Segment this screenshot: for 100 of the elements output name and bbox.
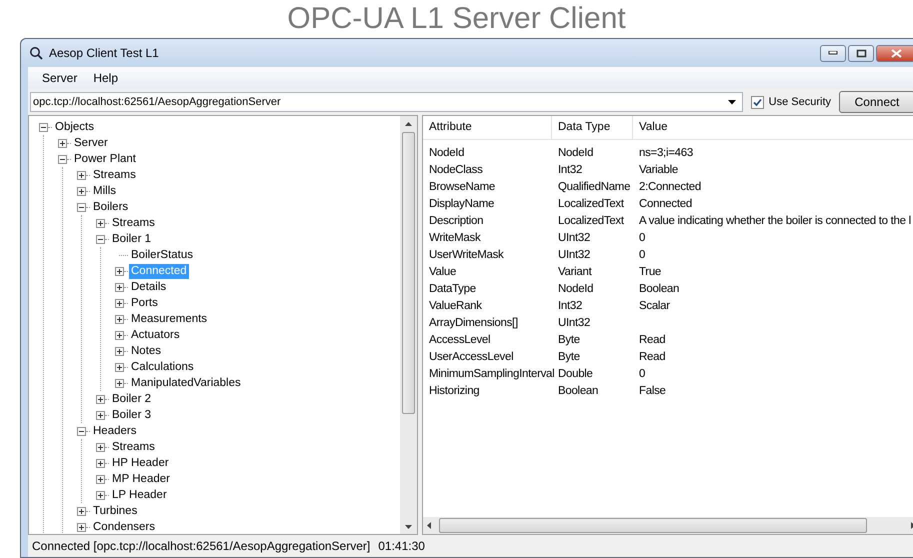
collapse-icon[interactable]	[77, 202, 86, 212]
scrollbar-thumb[interactable]	[402, 132, 415, 414]
tree-item[interactable]: HP Header	[110, 456, 171, 470]
expand-icon[interactable]	[115, 362, 124, 372]
collapse-icon[interactable]	[77, 426, 86, 436]
expand-icon[interactable]	[96, 410, 105, 420]
expand-icon[interactable]	[115, 346, 124, 356]
tree-item[interactable]: MP Header	[110, 472, 172, 486]
tree-item[interactable]: Server	[72, 136, 110, 150]
tree-item[interactable]: Details	[129, 280, 168, 294]
table-cell: AccessLevel	[429, 334, 490, 346]
table-cell: NodeClass	[429, 164, 483, 176]
tree-item[interactable]: Boiler 3	[110, 408, 153, 422]
collapse-icon[interactable]	[96, 234, 105, 244]
check-icon	[752, 96, 763, 108]
tree-item[interactable]: Boilers	[91, 200, 130, 214]
expand-icon[interactable]	[115, 378, 124, 388]
expand-icon[interactable]	[77, 186, 86, 196]
connect-button[interactable]: Connect	[839, 91, 913, 113]
table-cell: Double	[558, 368, 593, 380]
expand-icon[interactable]	[77, 506, 86, 516]
table-cell: NodeId	[558, 146, 594, 158]
tree-item[interactable]: Turbines	[91, 504, 140, 518]
minimize-button[interactable]	[820, 44, 846, 62]
expand-icon[interactable]	[77, 522, 86, 532]
tree-item[interactable]: Streams	[110, 216, 157, 230]
tree-item[interactable]: Power Plant	[72, 152, 138, 166]
table-cell: Int32	[558, 164, 582, 176]
maximize-button[interactable]	[848, 44, 874, 62]
minimize-icon	[828, 51, 838, 55]
tree-item[interactable]: Calculations	[129, 360, 196, 374]
maximize-icon	[856, 48, 866, 58]
tree-item[interactable]: Boiler 1	[110, 232, 153, 246]
tree-item[interactable]: Measurements	[129, 312, 210, 326]
tree-item[interactable]: Mills	[91, 184, 118, 198]
menu-item[interactable]: Help	[85, 69, 126, 87]
table-cell: LocalizedText	[558, 214, 624, 226]
slide-title: OPC-UA L1 Server Client	[287, 2, 626, 36]
tree-item[interactable]: Streams	[110, 440, 157, 454]
table-cell: Byte	[558, 334, 580, 346]
tree-item[interactable]: LP Header	[110, 488, 169, 502]
column-header[interactable]: Attribute	[423, 116, 552, 139]
table-cell: Boolean	[558, 384, 598, 396]
table-cell: 0	[639, 248, 646, 260]
tree-item[interactable]: Condensers	[91, 520, 158, 534]
table-cell: ValueRank	[429, 300, 482, 312]
table-cell: QualifiedName	[558, 180, 630, 192]
table-cell: A value indicating whether the boiler is connected to the l	[639, 214, 911, 226]
table-cell: UInt32	[558, 316, 590, 328]
column-header[interactable]: Value	[633, 116, 913, 139]
tree-item[interactable]: Streams	[91, 168, 138, 182]
table-cell: Read	[639, 350, 666, 362]
scrollbar-thumb[interactable]	[439, 518, 867, 533]
tree-item[interactable]: Ports	[129, 296, 160, 310]
table-cell: Byte	[558, 350, 580, 362]
table-cell: Variant	[558, 266, 592, 278]
collapse-icon[interactable]	[39, 122, 48, 132]
table-cell: DataType	[429, 282, 476, 294]
table-cell: UInt32	[558, 248, 590, 260]
table-cell: NodeId	[558, 282, 594, 294]
table-cell: 0	[639, 232, 646, 244]
expand-icon[interactable]	[115, 314, 124, 324]
collapse-icon[interactable]	[58, 154, 67, 164]
expand-icon[interactable]	[96, 490, 105, 500]
table-cell: BrowseName	[429, 180, 496, 192]
table-cell: UserAccessLevel	[429, 350, 514, 362]
expand-icon[interactable]	[58, 138, 67, 148]
tree-item[interactable]: Headers	[91, 424, 138, 438]
table-cell: DisplayName	[429, 198, 494, 210]
table-cell: Read	[639, 334, 666, 346]
endpoint-combo[interactable]: opc.tcp://localhost:62561/AesopAggregationServer	[30, 92, 743, 112]
expand-icon[interactable]	[96, 218, 105, 228]
expand-icon[interactable]	[115, 330, 124, 340]
tree-item[interactable]: ManipulatedVariables	[129, 376, 243, 390]
table-cell: ArrayDimensions[]	[429, 316, 518, 328]
status-time: 01:41:30	[378, 539, 425, 553]
tree-item[interactable]: BoilerStatus	[129, 248, 196, 262]
expand-icon[interactable]	[77, 170, 86, 180]
tree-item[interactable]: Boiler 2	[110, 392, 153, 406]
column-header[interactable]: Data Type	[552, 116, 633, 139]
table-cell: UserWriteMask	[429, 248, 504, 260]
expand-icon[interactable]	[115, 298, 124, 308]
expand-icon[interactable]	[96, 442, 105, 452]
expand-icon[interactable]	[96, 458, 105, 468]
menu-item[interactable]: Server	[34, 69, 86, 87]
magnifier-icon	[29, 46, 43, 60]
table-cell: Int32	[558, 300, 582, 312]
table-cell: UInt32	[558, 232, 590, 244]
status-text: Connected [opc.tcp://localhost:62561/AesopAggregationServer]	[32, 539, 370, 553]
expand-icon[interactable]	[96, 474, 105, 484]
table-cell: NodeId	[429, 146, 464, 158]
tree-item[interactable]: Notes	[129, 344, 164, 358]
use-security-checkbox[interactable]: Use Security	[750, 96, 831, 108]
expand-icon[interactable]	[115, 282, 124, 292]
close-button[interactable]	[876, 44, 913, 62]
tree-item[interactable]: Actuators	[129, 328, 182, 342]
expand-icon[interactable]	[115, 266, 124, 276]
expand-icon[interactable]	[96, 394, 105, 404]
tree-item[interactable]: Objects	[53, 120, 96, 134]
table-cell: Connected	[639, 198, 692, 210]
